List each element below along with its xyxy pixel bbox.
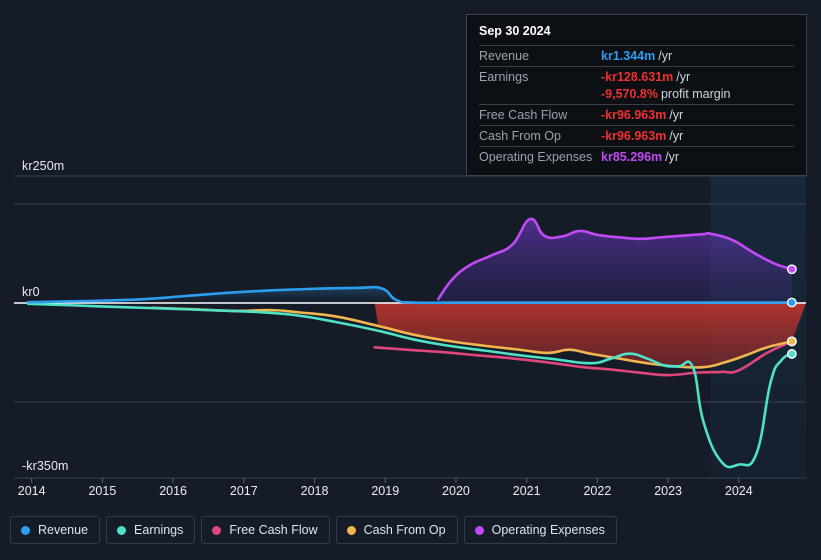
tooltip-row-value: -9,570.8% <box>601 87 658 101</box>
tooltip-row-unit: /yr <box>669 129 684 143</box>
legend-swatch-icon <box>474 525 484 535</box>
y-axis-label-bottom: -kr350m <box>22 459 69 473</box>
tooltip-row: Free Cash Flow -kr96.963m/yr <box>479 104 794 125</box>
x-axis-label: 2015 <box>88 484 117 498</box>
series-endpoint-earnings <box>786 349 797 359</box>
x-axis-label: 2019 <box>371 484 400 498</box>
tooltip-row: Operating Expenses kr85.296m/yr <box>479 146 794 167</box>
x-axis-label: 2014 <box>17 484 46 498</box>
y-axis-label-top: kr250m <box>22 159 65 173</box>
x-axis-label: 2024 <box>724 484 753 498</box>
legend-item-operating-expenses[interactable]: Operating Expenses <box>463 516 617 544</box>
y-axis-label-zero: kr0 <box>22 285 40 299</box>
tooltip-rows: Revenue kr1.344m/yr Earnings -kr128.631m/yr… <box>479 45 794 167</box>
legend-swatch-icon <box>117 525 127 535</box>
tooltip-row-unit: /yr <box>658 49 673 63</box>
legend-label: Free Cash Flow <box>229 523 318 537</box>
tooltip-row: Cash From Op -kr96.963m/yr <box>479 125 794 146</box>
legend-item-revenue[interactable]: Revenue <box>10 516 101 544</box>
legend-item-earnings[interactable]: Earnings <box>106 516 196 544</box>
tooltip-row: -9,570.8% profit margin <box>479 87 794 104</box>
chart-legend[interactable]: Revenue Earnings Free Cash Flow Cash From O… <box>10 516 617 544</box>
tooltip-row-value: kr1.344m <box>601 49 656 63</box>
tooltip-date: Sep 30 2024 <box>479 24 551 38</box>
chart-tooltip: Sep 30 2024 Revenue kr1.344m/yr Earnings -k… <box>466 14 807 176</box>
tooltip-row-value: -kr96.963m <box>601 129 667 143</box>
tooltip-row-unit: /yr <box>676 70 691 84</box>
legend-label: Cash From Op <box>363 523 446 537</box>
x-axis-label: 2022 <box>583 484 612 498</box>
tooltip-row-value: -kr96.963m <box>601 108 667 122</box>
tooltip-row-unit: /yr <box>665 150 680 164</box>
tooltip-row: Earnings -kr128.631m/yr <box>479 66 794 87</box>
tooltip-row-value: -kr128.631m <box>601 70 674 84</box>
legend-item-free-cash-flow[interactable]: Free Cash Flow <box>201 516 330 544</box>
x-axis-label: 2016 <box>159 484 187 498</box>
tooltip-row-key: Free Cash Flow <box>479 108 568 122</box>
tooltip-row-key: Earnings <box>479 70 529 84</box>
tooltip-row-unit: /yr <box>669 108 684 122</box>
tooltip-row-key: Cash From Op <box>479 129 561 143</box>
legend-label: Earnings <box>134 523 184 537</box>
legend-swatch-icon <box>21 525 30 535</box>
legend-label: Revenue <box>38 523 89 537</box>
series-endpoint-operating-expenses <box>786 264 797 275</box>
tooltip-row-value: kr85.296m <box>601 150 663 164</box>
x-axis: 2014 2015 2016 2017 2018 2019 2020 2021 2022 2023… <box>0 484 821 504</box>
legend-item-cash-from-op[interactable]: Cash From Op <box>335 516 458 544</box>
legend-label: Operating Expenses <box>491 523 605 537</box>
x-axis-label: 2023 <box>654 484 682 498</box>
legend-swatch-icon <box>212 525 222 535</box>
series-endpoint-revenue <box>786 297 797 308</box>
x-axis-label: 2021 <box>512 484 541 498</box>
tooltip-row: Revenue kr1.344m/yr <box>479 45 794 66</box>
x-axis-label: 2020 <box>442 484 470 498</box>
tooltip-row-key: Operating Expenses <box>479 150 593 164</box>
x-axis-label: 2018 <box>300 484 329 498</box>
tooltip-row-key: Revenue <box>479 49 530 63</box>
financial-chart-widget: kr250m kr0 -kr350m 2014 2015 2016 2017 2018 2… <box>0 0 821 560</box>
legend-swatch-icon <box>346 525 356 535</box>
x-axis-label: 2017 <box>229 484 258 498</box>
series-endpoint-cash-from-op <box>786 336 797 347</box>
tooltip-row-unit: profit margin <box>660 87 731 101</box>
